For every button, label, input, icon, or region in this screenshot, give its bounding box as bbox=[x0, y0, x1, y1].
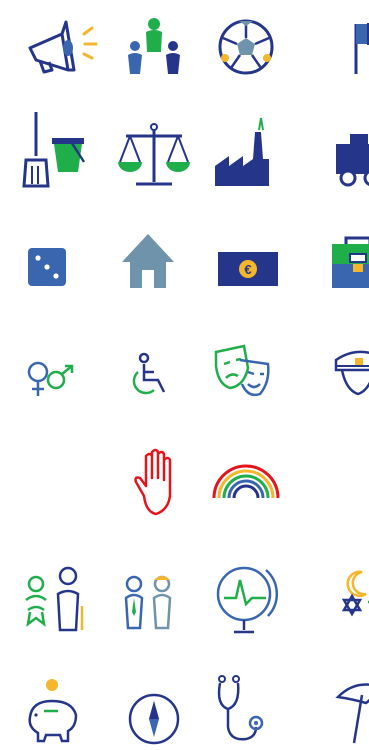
broom-bucket-icon[interactable] bbox=[22, 104, 102, 194]
beach-umbrella-icon[interactable] bbox=[316, 660, 369, 750]
stethoscope-icon[interactable] bbox=[206, 660, 286, 750]
wheelchair-icon[interactable] bbox=[114, 326, 194, 416]
megaphone-icon[interactable] bbox=[22, 0, 102, 90]
euro-banknote-icon[interactable]: € bbox=[206, 222, 286, 312]
people-group-icon[interactable] bbox=[114, 0, 194, 90]
police-cap-icon[interactable] bbox=[316, 326, 369, 416]
briefcase-icon[interactable] bbox=[316, 222, 369, 312]
stop-hand-icon[interactable] bbox=[114, 438, 194, 528]
flag-icon[interactable] bbox=[316, 0, 369, 90]
svg-text:€: € bbox=[244, 262, 251, 277]
rainbow-icon[interactable] bbox=[206, 438, 286, 528]
religion-symbols-icon[interactable] bbox=[316, 554, 369, 644]
dice-icon[interactable] bbox=[22, 222, 102, 312]
football-icon[interactable] bbox=[206, 0, 286, 90]
worker-people-icon[interactable] bbox=[114, 554, 194, 644]
factory-icon[interactable] bbox=[206, 104, 286, 194]
icon-grid: € bbox=[0, 0, 369, 745]
theatre-masks-icon[interactable] bbox=[206, 326, 286, 416]
train-icon[interactable] bbox=[316, 104, 369, 194]
piggy-bank-icon[interactable] bbox=[22, 660, 102, 750]
house-icon[interactable] bbox=[114, 222, 194, 312]
compass-icon[interactable] bbox=[114, 660, 194, 750]
globe-chart-icon[interactable] bbox=[206, 554, 286, 644]
scales-icon[interactable] bbox=[114, 104, 194, 194]
gender-symbols-icon[interactable] bbox=[22, 326, 102, 416]
child-elder-icon[interactable] bbox=[22, 554, 102, 644]
